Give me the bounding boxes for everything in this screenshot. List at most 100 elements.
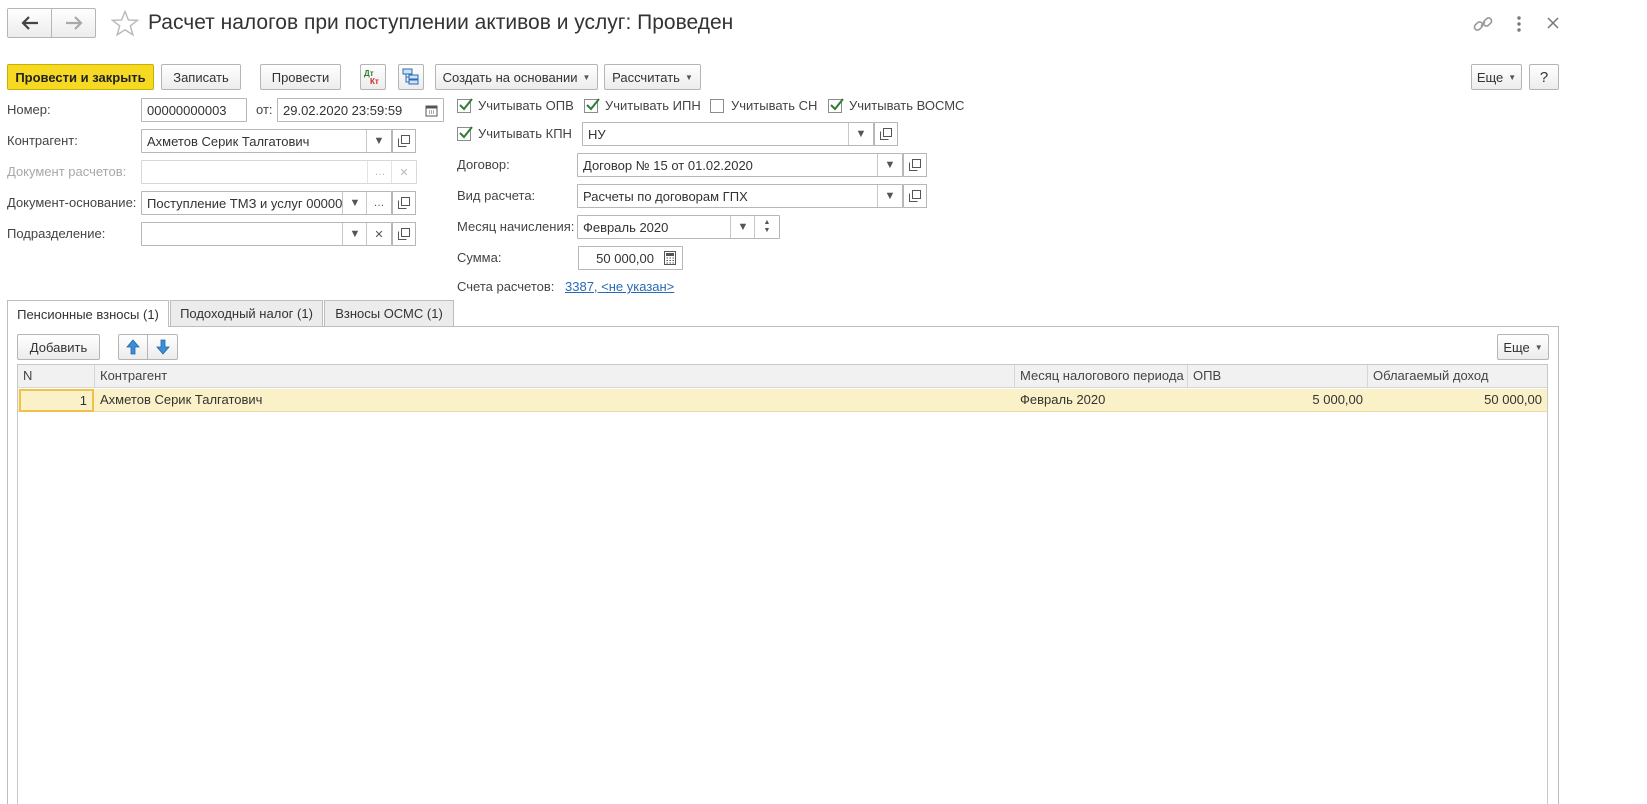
counterparty-open-button[interactable] bbox=[392, 129, 416, 153]
division-open-button[interactable] bbox=[392, 222, 416, 246]
open-window-icon bbox=[398, 197, 410, 209]
more-vertical-icon[interactable] bbox=[1512, 14, 1526, 34]
date-field[interactable]: 29.02.2020 23:59:59 bbox=[277, 98, 444, 122]
star-icon[interactable] bbox=[111, 10, 139, 37]
opv-checkbox[interactable] bbox=[457, 98, 473, 113]
column-header-n[interactable]: N bbox=[18, 365, 95, 388]
cell-month[interactable]: Февраль 2020 bbox=[1015, 389, 1188, 412]
help-button[interactable]: ? bbox=[1529, 64, 1559, 90]
post-and-close-button[interactable]: Провести и закрыть bbox=[7, 64, 154, 90]
opv-label[interactable]: Учитывать ОПВ bbox=[478, 98, 574, 114]
open-window-icon bbox=[909, 159, 921, 171]
contract-field[interactable]: Договор № 15 от 01.02.2020 ▼ bbox=[577, 153, 903, 177]
month-dropdown[interactable]: ▼ bbox=[730, 216, 755, 238]
move-up-button[interactable] bbox=[118, 334, 148, 360]
structure-icon bbox=[402, 68, 419, 85]
tab-pension[interactable]: Пенсионные взносы (1) bbox=[7, 300, 169, 327]
calculator-button[interactable] bbox=[658, 247, 682, 269]
column-header-income[interactable]: Облагаемый доход bbox=[1368, 365, 1547, 388]
settlement-doc-label: Документ расчетов: bbox=[7, 164, 127, 179]
contract-open-button[interactable] bbox=[903, 153, 927, 177]
link-icon[interactable] bbox=[1472, 13, 1494, 35]
calc-type-dropdown[interactable]: ▼ bbox=[877, 185, 902, 207]
page-title: Расчет налогов при поступлении активов и… bbox=[148, 11, 734, 34]
number-field[interactable]: 00000000003 bbox=[141, 98, 247, 122]
month-label: Месяц начисления: bbox=[457, 219, 575, 234]
tab-osms[interactable]: Взносы ОСМС (1) bbox=[324, 300, 454, 326]
ipn-label[interactable]: Учитывать ИПН bbox=[605, 98, 701, 114]
basis-doc-value: Поступление ТМЗ и услуг 00000 bbox=[147, 196, 342, 211]
accounts-label: Счета расчетов: bbox=[457, 279, 555, 294]
division-field[interactable]: ▼ ✕ bbox=[141, 222, 392, 246]
create-based-on-button[interactable]: Создать на основании ▼ bbox=[435, 64, 598, 90]
open-window-icon bbox=[909, 190, 921, 202]
kpn-dropdown[interactable]: ▼ bbox=[848, 123, 873, 145]
basis-doc-open-button[interactable] bbox=[392, 191, 416, 215]
caret-down-icon: ▼ bbox=[1534, 342, 1543, 352]
month-field[interactable]: Февраль 2020 ▼ ▲ ▼ bbox=[577, 215, 780, 239]
spin-up-icon[interactable]: ▲ bbox=[764, 219, 771, 227]
basis-doc-label: Документ-основание: bbox=[7, 195, 137, 210]
more-button[interactable]: Еще ▼ bbox=[1471, 64, 1522, 90]
column-header-month[interactable]: Месяц налогового периода bbox=[1015, 365, 1188, 388]
counterparty-dropdown[interactable]: ▼ bbox=[366, 130, 391, 152]
close-icon[interactable] bbox=[1547, 17, 1559, 29]
move-down-button[interactable] bbox=[147, 334, 178, 360]
vosms-checkbox[interactable] bbox=[828, 98, 844, 113]
caret-down-icon: ▼ bbox=[582, 72, 591, 82]
contract-label: Договор: bbox=[457, 157, 510, 172]
division-clear[interactable]: ✕ bbox=[366, 223, 391, 245]
kpn-value: НУ bbox=[588, 127, 606, 142]
calendar-button[interactable] bbox=[419, 99, 443, 121]
table-more-button[interactable]: Еще ▼ bbox=[1497, 334, 1549, 360]
sum-field[interactable]: 50 000,00 bbox=[578, 246, 683, 270]
arrow-up-icon bbox=[126, 339, 140, 355]
sn-label[interactable]: Учитывать СН bbox=[731, 98, 817, 114]
open-window-icon bbox=[880, 128, 892, 140]
structure-button[interactable] bbox=[398, 64, 424, 90]
number-label: Номер: bbox=[7, 102, 51, 117]
add-button[interactable]: Добавить bbox=[17, 334, 100, 360]
calc-type-open-button[interactable] bbox=[903, 184, 927, 208]
kpn-label[interactable]: Учитывать КПН bbox=[478, 126, 572, 142]
back-button[interactable] bbox=[7, 8, 52, 38]
cell-n[interactable]: 1 bbox=[19, 389, 94, 412]
ipn-checkbox[interactable] bbox=[584, 98, 600, 113]
date-label: от: bbox=[256, 102, 273, 117]
counterparty-field[interactable]: Ахметов Серик Талгатович ▼ bbox=[141, 129, 392, 153]
spin-down-icon[interactable]: ▼ bbox=[764, 227, 771, 235]
cell-opv[interactable]: 5 000,00 bbox=[1188, 389, 1368, 412]
sn-checkbox[interactable] bbox=[710, 99, 724, 113]
calc-type-label: Вид расчета: bbox=[457, 188, 536, 203]
month-spin[interactable]: ▲ ▼ bbox=[754, 216, 779, 238]
calculate-button[interactable]: Рассчитать ▼ bbox=[604, 64, 701, 90]
tab-income-tax[interactable]: Подоходный налог (1) bbox=[170, 300, 323, 326]
accounts-link[interactable]: 3387, <не указан> bbox=[565, 279, 674, 295]
kpn-open-button[interactable] bbox=[874, 122, 898, 146]
contract-value: Договор № 15 от 01.02.2020 bbox=[583, 158, 753, 173]
vosms-label[interactable]: Учитывать ВОСМС bbox=[849, 98, 964, 114]
kpn-checkbox[interactable] bbox=[457, 126, 473, 141]
division-dropdown[interactable]: ▼ bbox=[342, 223, 367, 245]
dt-kt-button[interactable]: Дт Кт bbox=[360, 64, 386, 90]
column-header-counterparty[interactable]: Контрагент bbox=[95, 365, 1015, 388]
settlement-doc-select: … bbox=[367, 161, 392, 183]
forward-button[interactable] bbox=[51, 8, 96, 38]
checkmark-icon bbox=[586, 98, 600, 111]
basis-doc-select[interactable]: … bbox=[366, 192, 391, 214]
write-button[interactable]: Записать bbox=[161, 64, 241, 90]
arrow-right-icon bbox=[65, 16, 83, 30]
kpn-field[interactable]: НУ ▼ bbox=[582, 122, 874, 146]
counterparty-value: Ахметов Серик Талгатович bbox=[147, 134, 310, 149]
basis-doc-dropdown[interactable]: ▼ bbox=[342, 192, 367, 214]
cell-counterparty[interactable]: Ахметов Серик Талгатович bbox=[95, 389, 1015, 412]
column-header-opv[interactable]: ОПВ bbox=[1188, 365, 1368, 388]
month-value: Февраль 2020 bbox=[583, 220, 669, 235]
contract-dropdown[interactable]: ▼ bbox=[877, 154, 902, 176]
basis-doc-field[interactable]: Поступление ТМЗ и услуг 00000 ▼ … bbox=[141, 191, 392, 215]
post-button[interactable]: Провести bbox=[260, 64, 341, 90]
data-table bbox=[17, 364, 1548, 804]
cell-income[interactable]: 50 000,00 bbox=[1368, 389, 1547, 412]
calc-type-field[interactable]: Расчеты по договорам ГПХ ▼ bbox=[577, 184, 903, 208]
create-based-on-label: Создать на основании bbox=[442, 69, 578, 85]
